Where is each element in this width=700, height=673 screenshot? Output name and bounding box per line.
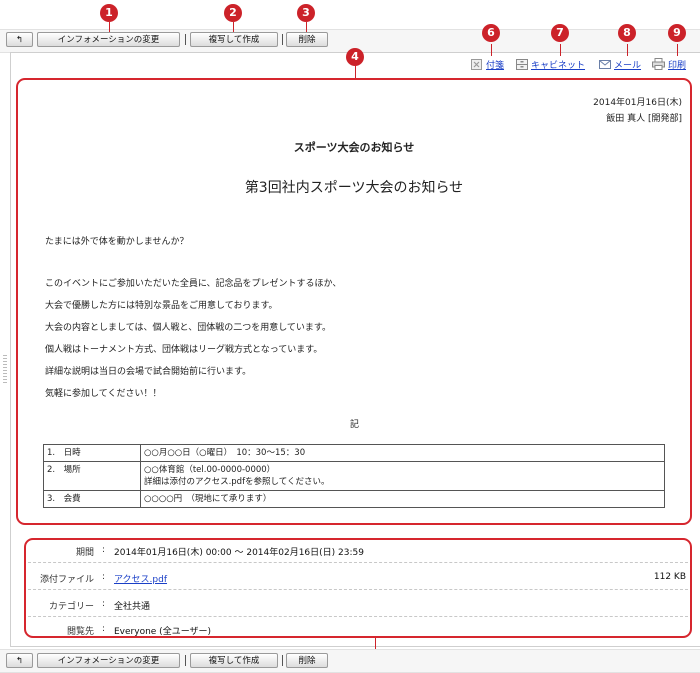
table-cell-line: 詳細は添付のアクセス.pdfを参照してください。 (144, 477, 330, 487)
callout-stem (355, 66, 356, 78)
info-change-button[interactable]: インフォメーションの変更 (37, 32, 180, 47)
body-paragraph: 気軽に参加してください！！ (45, 389, 162, 399)
table-cell-item: 2. 場所 (43, 461, 141, 491)
table-cell-value: ○○月○○日（○曜日） 10：30〜15：30 (140, 444, 665, 462)
colon: : (102, 572, 106, 582)
callout-stem (677, 44, 678, 56)
viewer-label: 閲覧先 (66, 627, 94, 637)
copy-create-button[interactable]: 複写して作成 (190, 653, 278, 668)
attachment-link[interactable]: アクセス.pdf (114, 572, 167, 585)
table-cell-item: 1. 日時 (43, 444, 141, 462)
back-button[interactable]: ↰ (6, 653, 33, 668)
delete-button[interactable]: 削除 (286, 653, 328, 668)
document-heading: 第3回社内スポーツ大会のお知らせ (244, 180, 464, 196)
callout-7: 7 (551, 24, 569, 42)
callout-1: 1 (100, 4, 118, 22)
print-link[interactable]: 印刷 (668, 58, 686, 71)
mail-link[interactable]: メール (614, 58, 641, 71)
period-value: 2014年01月16日(木) 00:00 〜 2014年02月16日(日) 23… (114, 548, 364, 558)
document-author: 飯田 真人 [開発部] (606, 114, 682, 124)
callout-6: 6 (482, 24, 500, 42)
toolbar-separator (185, 34, 186, 45)
callout-stem (233, 22, 234, 32)
sticky-note-icon (471, 59, 482, 70)
document-date: 2014年01月16日(木) (593, 98, 682, 108)
callout-stem (109, 22, 110, 32)
back-button[interactable]: ↰ (6, 32, 33, 47)
divider (28, 589, 688, 590)
table-cell-line: ○○体育館（tel.00-0000-0000） (144, 465, 276, 475)
table-row: 2. 場所 ○○体育館（tel.00-0000-0000） 詳細は添付のアクセス.… (43, 461, 665, 491)
callout-9: 9 (668, 24, 686, 42)
document-title: スポーツ大会のお知らせ (293, 141, 415, 154)
cabinet-icon (516, 59, 528, 70)
attachment-size: 112 KB (653, 572, 686, 582)
category-value: 全社共通 (114, 602, 151, 612)
table-cell-item: 3. 会費 (43, 490, 141, 508)
period-label: 期間 (75, 548, 94, 558)
divider (28, 616, 688, 617)
category-label: カテゴリー (48, 602, 94, 612)
colon: : (102, 599, 106, 609)
callout-stem (306, 22, 307, 32)
mail-icon (599, 60, 611, 69)
body-paragraph: このイベントにご参加いただいた全員に、記念品をプレゼントするほか、 (45, 279, 342, 289)
body-paragraph: 大会で優勝した方には特別な景品をご用意しております。 (45, 301, 278, 311)
table-row: 3. 会費 ○○○○円 （現地にて承ります） (43, 490, 665, 508)
toolbar-separator (185, 655, 186, 666)
table-cell-value: ○○体育館（tel.00-0000-0000） 詳細は添付のアクセス.pdfを参照… (140, 461, 665, 491)
callout-2: 2 (224, 4, 242, 22)
body-paragraph: 個人戦はトーナメント方式、団体戦はリーグ戦方式となっています。 (45, 345, 323, 355)
intro-text: たまには外で体を動かしませんか？ (45, 237, 189, 247)
colon: : (102, 545, 106, 555)
toolbar-separator (282, 655, 283, 666)
toolbar-separator (282, 34, 283, 45)
event-details-table: 1. 日時 ○○月○○日（○曜日） 10：30〜15：30 2. 場所 ○○体育… (43, 444, 665, 508)
sticky-note-link[interactable]: 付箋 (486, 58, 504, 71)
resize-handle[interactable] (3, 355, 7, 385)
callout-3: 3 (297, 4, 315, 22)
callout-stem (491, 44, 492, 56)
print-icon (652, 58, 665, 70)
copy-create-button[interactable]: 複写して作成 (190, 32, 278, 47)
colon: : (102, 624, 106, 634)
body-paragraph: 詳細な説明は当日の会場で試合開始前に行います。 (45, 367, 252, 377)
body-paragraph: 大会の内容としましては、個人戦と、団体戦の二つを用意しています。 (45, 323, 332, 333)
delete-button[interactable]: 削除 (286, 32, 328, 47)
callout-8: 8 (618, 24, 636, 42)
callout-stem (560, 44, 561, 56)
table-cell-value: ○○○○円 （現地にて承ります） (140, 490, 665, 508)
info-change-button[interactable]: インフォメーションの変更 (37, 653, 180, 668)
table-row: 1. 日時 ○○月○○日（○曜日） 10：30〜15：30 (43, 444, 665, 462)
callout-4: 4 (346, 48, 364, 66)
viewer-value: Everyone (全ユーザー) (114, 627, 212, 637)
callout-stem (627, 44, 628, 56)
cabinet-link[interactable]: キャビネット (531, 58, 585, 71)
ki-mark: 記 (350, 420, 360, 430)
divider (28, 562, 688, 563)
attachment-label: 添付ファイル (39, 575, 94, 585)
